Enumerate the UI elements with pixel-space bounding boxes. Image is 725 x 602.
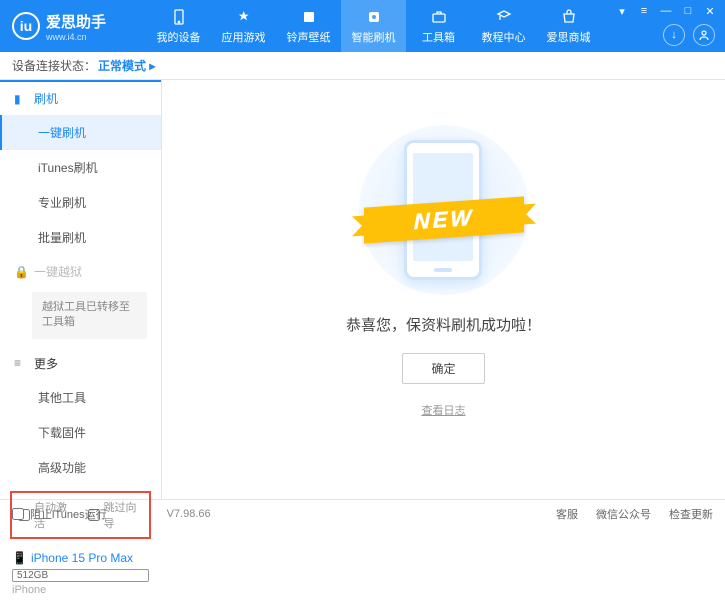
nav-my-device[interactable]: 我的设备 (146, 0, 211, 52)
logo-icon: iu (12, 12, 40, 40)
nav-label: 教程中心 (482, 29, 526, 45)
flash-icon (365, 8, 383, 26)
update-link[interactable]: 检查更新 (669, 506, 713, 522)
ringtone-icon (300, 8, 318, 26)
user-button[interactable] (693, 24, 715, 46)
sidebar-item-batch[interactable]: 批量刷机 (0, 220, 161, 255)
close-icon[interactable]: ✕ (703, 4, 717, 18)
status-label: 设备连接状态： (12, 57, 96, 74)
nav-label: 应用游戏 (222, 29, 266, 45)
device-storage: 512GB (12, 569, 149, 582)
app-icon (235, 8, 253, 26)
store-icon (560, 8, 578, 26)
sidebar-item-itunes[interactable]: iTunes刷机 (0, 150, 161, 185)
sidebar-section-flash[interactable]: ▮ 刷机 (0, 80, 161, 115)
menu-icon[interactable]: ≡ (637, 4, 651, 18)
nav-label: 我的设备 (157, 29, 201, 45)
sidebar: ▮ 刷机 一键刷机 iTunes刷机 专业刷机 批量刷机 🔒 一键越狱 越狱工具… (0, 80, 162, 499)
sidebar-section-more[interactable]: ≡ 更多 (0, 347, 161, 380)
status-value: 正常模式 ▸ (98, 57, 155, 74)
sidebar-item-download[interactable]: 下载固件 (0, 415, 161, 450)
phone-icon (170, 8, 188, 26)
support-link[interactable]: 客服 (556, 506, 578, 522)
device-name[interactable]: 📱 iPhone 15 Pro Max (0, 545, 161, 567)
maximize-icon[interactable]: □ (681, 4, 695, 18)
minimize-icon[interactable]: — (659, 4, 673, 18)
main: ▮ 刷机 一键刷机 iTunes刷机 专业刷机 批量刷机 🔒 一键越狱 越狱工具… (0, 80, 725, 499)
phone-icon: ▮ (14, 92, 28, 106)
window-controls: ▾ ≡ — □ ✕ (615, 4, 717, 18)
lock-icon: 🔒 (14, 265, 28, 279)
section-title: 刷机 (34, 90, 58, 107)
success-illustration: NEW (354, 130, 534, 290)
nav-flash[interactable]: 智能刷机 (341, 0, 406, 52)
checkbox-block-itunes[interactable]: 阻止iTunes运行 (12, 506, 107, 522)
sidebar-item-oneclick[interactable]: 一键刷机 (0, 115, 161, 150)
section-title: 一键越狱 (34, 263, 82, 280)
download-button[interactable]: ↓ (663, 24, 685, 46)
user-controls: ↓ (663, 24, 715, 46)
section-title: 更多 (34, 355, 58, 372)
sidebar-item-pro[interactable]: 专业刷机 (0, 185, 161, 220)
sidebar-section-jailbreak: 🔒 一键越狱 (0, 255, 161, 288)
nav-store[interactable]: 爱思商城 (536, 0, 601, 52)
version: V7.98.66 (167, 508, 211, 520)
tutorial-icon (495, 8, 513, 26)
phone-icon: 📱 (12, 551, 27, 565)
sidebar-item-advanced[interactable]: 高级功能 (0, 450, 161, 485)
nav-label: 工具箱 (422, 29, 455, 45)
device-model: iPhone (0, 584, 161, 602)
more-icon: ≡ (14, 356, 28, 370)
sidebar-item-othertools[interactable]: 其他工具 (0, 380, 161, 415)
ok-button[interactable]: 确定 (402, 353, 484, 384)
nav-label: 智能刷机 (352, 29, 396, 45)
nav-ringtone[interactable]: 铃声壁纸 (276, 0, 341, 52)
nav-apps[interactable]: 应用游戏 (211, 0, 276, 52)
logo-name: 爱思助手 (46, 11, 106, 32)
jailbreak-note: 越狱工具已转移至工具箱 (32, 292, 147, 339)
wechat-link[interactable]: 微信公众号 (596, 506, 651, 522)
logo-url: www.i4.cn (46, 32, 106, 42)
view-log-link[interactable]: 查看日志 (422, 402, 466, 418)
status-bar: 设备连接状态： 正常模式 ▸ (0, 52, 725, 80)
header: iu 爱思助手 www.i4.cn 我的设备 应用游戏 铃声壁纸 智能刷机 工具… (0, 0, 725, 52)
dropdown-icon[interactable]: ▾ (615, 4, 629, 18)
nav-toolbox[interactable]: 工具箱 (406, 0, 471, 52)
main-nav: 我的设备 应用游戏 铃声壁纸 智能刷机 工具箱 教程中心 爱思商城 (146, 0, 601, 52)
nav-tutorial[interactable]: 教程中心 (471, 0, 536, 52)
nav-label: 爱思商城 (547, 29, 591, 45)
nav-label: 铃声壁纸 (287, 29, 331, 45)
content: NEW 恭喜您，保资料刷机成功啦！ 确定 查看日志 (162, 80, 725, 499)
toolbox-icon (430, 8, 448, 26)
success-message: 恭喜您，保资料刷机成功啦！ (346, 314, 541, 335)
logo[interactable]: iu 爱思助手 www.i4.cn (0, 11, 146, 42)
